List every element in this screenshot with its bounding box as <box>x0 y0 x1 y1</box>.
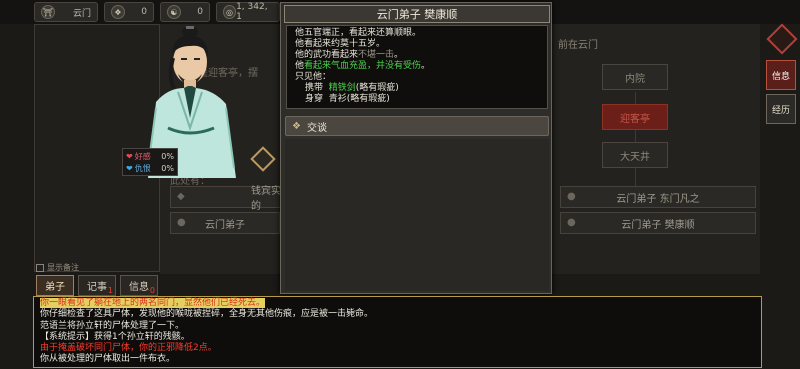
log-line: 你仔细检查了这具尸体，发现他的喉咙被捏碎，全身无其他伤痕，应是被一击毙命。 <box>40 309 374 320</box>
coin-icon: ◎ <box>223 5 237 19</box>
carry-line: 携带 精铁剑(略有瑕疵) <box>305 83 399 93</box>
leaf-icon: ❖ <box>111 5 125 19</box>
location-label: 迎客亭 <box>620 113 650 125</box>
location-guest-pavilion[interactable]: 迎客亭 <box>602 104 668 130</box>
log-line: 范语兰将孙立轩的尸体处理了一下。 <box>40 320 185 331</box>
show-memo-checkbox[interactable]: 显示备注 <box>36 262 79 273</box>
person-icon: ● <box>177 217 186 228</box>
heart-icon: ❤ <box>126 151 133 161</box>
message-log: 你一眼看见了躺在地上的两名同门，显然他们已经死去。 你仔细检查了这具尸体，发现他… <box>33 296 762 368</box>
desc-line: 他五官端正，看起来还算顺眼。 <box>295 28 422 38</box>
location-inner-courtyard[interactable]: 内院 <box>602 64 668 90</box>
menu-diamond-icon[interactable] <box>766 23 798 55</box>
log-line: 【系统提示】获得1个孙立轩的残骸。 <box>40 331 190 342</box>
talk-button[interactable]: ❖ 交谈 <box>285 116 549 136</box>
side-tab-history[interactable]: 经历 <box>766 94 796 124</box>
tab-info-badge: 0 <box>149 286 155 295</box>
show-memo-label: 显示备注 <box>47 263 79 272</box>
sect-stat[interactable]: ⛩ 云门 <box>34 2 98 22</box>
wear-line: 身穿 青衫(略有瑕疵) <box>305 94 390 104</box>
leaf-value: 0 <box>141 7 147 17</box>
side-tab-history-label: 经历 <box>771 105 790 116</box>
tab-disciples[interactable]: 弟子 <box>36 275 74 296</box>
yinyang-icon: ☯ <box>167 5 181 19</box>
hatred-label: 仇恨 <box>134 163 151 173</box>
tab-journal-label: 记事 <box>87 282 107 293</box>
person-name: 云门弟子 樊康顺 <box>621 219 695 231</box>
current-location-text: 前在云门 <box>558 40 598 51</box>
hatred-heart-icon: ❤ <box>126 163 133 173</box>
talk-label: 交谈 <box>306 122 327 134</box>
log-line: 由于掩盖破坏同门尸体，你的正邪降低2点。 <box>40 343 217 354</box>
person-icon: ● <box>567 191 576 202</box>
desc-line: 只见他： <box>295 72 332 82</box>
popup-title: 云门弟子 樊康顺 <box>284 5 550 23</box>
person-item[interactable]: ● 云门弟子 樊康顺 <box>560 212 756 234</box>
person-icon: ● <box>567 217 576 228</box>
popup-empty-area <box>285 139 549 291</box>
log-line: 你一眼看见了躺在地上的两名同门，显然他们已经死去。 <box>40 298 266 308</box>
hatred-value: 0% <box>161 163 174 173</box>
tab-info[interactable]: 信息 0 <box>120 275 158 296</box>
person-item[interactable]: ● 云门弟子 <box>170 212 280 234</box>
log-line: 你从被处理的尸体取出一件布衣。 <box>40 354 176 365</box>
desc-line: 他看起来约莫十五岁。 <box>295 39 386 49</box>
checkbox-box[interactable] <box>36 263 44 272</box>
diamond-icon: ❖ <box>292 120 301 132</box>
tab-journal[interactable]: 记事 1 <box>78 275 116 296</box>
tab-disciples-label: 弟子 <box>45 282 65 293</box>
person-name: 云门弟子 <box>205 219 245 231</box>
location-label: 内院 <box>625 73 645 85</box>
desc-line: 他看起来气血充盈，并没有受伤。 <box>295 61 431 71</box>
side-tab-info-label: 信息 <box>771 71 790 82</box>
side-tab-info[interactable]: 信息 <box>766 60 796 90</box>
person-name: 云门弟子 东门凡之 <box>616 193 700 205</box>
tab-info-label: 信息 <box>129 282 149 293</box>
favor-label: 好感 <box>134 151 151 161</box>
favor-value: 0% <box>161 151 174 161</box>
tab-journal-badge: 1 <box>107 286 113 295</box>
sect-name: 云门 <box>72 8 91 19</box>
gate-icon: ⛩ <box>41 5 55 19</box>
person-item[interactable]: ◆ 钱宾实的 <box>170 186 288 212</box>
person-item[interactable]: ● 云门弟子 东门凡之 <box>560 186 756 208</box>
person-icon: ◆ <box>177 191 185 202</box>
character-description: 他五官端正，看起来还算顺眼。 他看起来约莫十五岁。 他的武功看起来不堪一击。 他… <box>286 25 548 109</box>
location-label: 大天井 <box>620 151 650 163</box>
location-great-courtyard[interactable]: 大天井 <box>602 142 668 168</box>
relationship-box: ❤ 好感 0% ❤ 仇恨 0% <box>122 148 178 176</box>
character-info-popup: 云门弟子 樊康顺 他五官端正，看起来还算顺眼。 他看起来约莫十五岁。 他的武功看… <box>280 2 552 294</box>
yinyang-value: 0 <box>197 7 203 17</box>
desc-line: 他的武功看起来不堪一击。 <box>295 50 404 60</box>
